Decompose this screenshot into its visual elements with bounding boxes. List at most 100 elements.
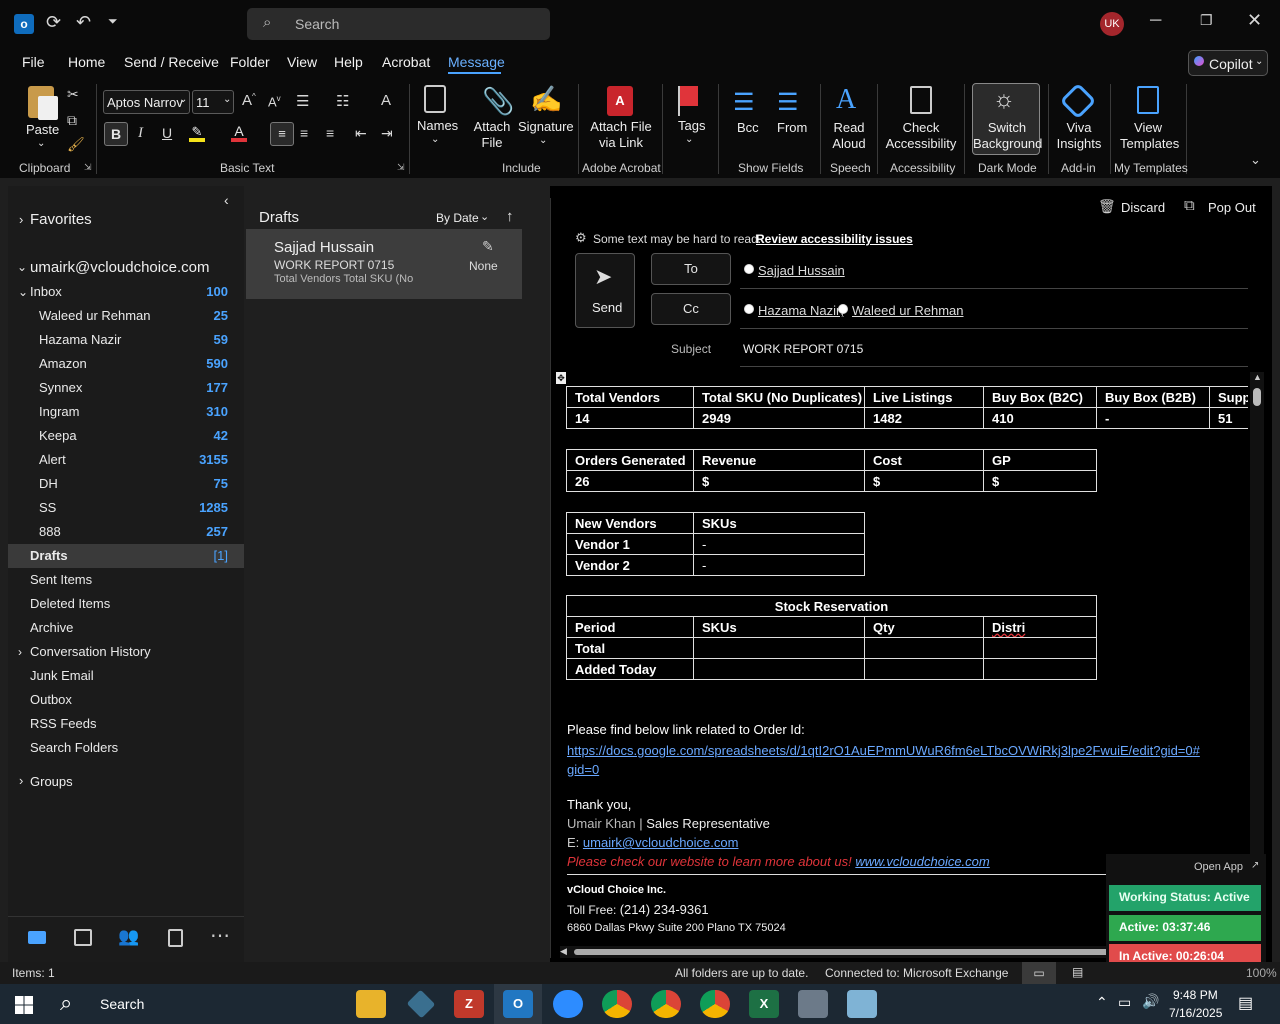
reading-view-icon[interactable]: ▤ <box>1072 965 1083 979</box>
windows-start-icon[interactable] <box>15 996 33 1014</box>
table-cell[interactable]: - <box>693 533 865 555</box>
taskbar-search-icon[interactable]: ⌕ <box>60 990 72 1016</box>
table-header-cell[interactable]: SKUs <box>693 512 865 534</box>
clear-format-icon[interactable]: A <box>381 92 391 109</box>
increase-indent-icon[interactable]: ⇥ <box>381 125 393 142</box>
shrink-font-icon[interactable]: Av <box>268 94 281 109</box>
popout-button[interactable]: Pop Out <box>1208 200 1256 215</box>
table-cell[interactable]: $ <box>864 470 984 492</box>
cc-recipient[interactable]: Waleed ur Rehman <box>852 303 964 318</box>
cc-button[interactable]: Cc <box>651 293 731 325</box>
groups-header[interactable]: Groups <box>30 774 73 789</box>
highlight-icon[interactable]: ✎ <box>189 124 205 142</box>
network-icon[interactable]: ▭ <box>1118 994 1131 1011</box>
signature-button[interactable]: Signature <box>518 119 574 135</box>
search-box[interactable]: ⌕ Search <box>247 8 550 40</box>
table-move-handle-icon[interactable]: ✥ <box>556 372 566 384</box>
menu-home[interactable]: Home <box>68 54 105 70</box>
chrome-icon[interactable] <box>700 990 730 1018</box>
more-apps-icon[interactable]: ⋯ <box>210 923 230 948</box>
table-header-cell[interactable]: New Vendors <box>566 512 694 534</box>
underline-button[interactable]: U <box>162 125 172 141</box>
collapse-pane-icon[interactable]: ‹ <box>224 192 229 208</box>
table-cell[interactable] <box>983 637 1097 659</box>
file-explorer-icon[interactable] <box>356 990 386 1018</box>
zoom-icon[interactable] <box>553 990 583 1018</box>
maximize-button[interactable]: ❐ <box>1200 12 1213 29</box>
tags-button[interactable]: Tags <box>678 118 705 134</box>
website-link[interactable]: www.vcloudchoice.com <box>855 854 989 869</box>
notifications-icon[interactable]: ▤ <box>1238 993 1253 1013</box>
table-cell[interactable]: Vendor 1 <box>566 533 694 555</box>
sync-icon[interactable]: ⟳ <box>46 12 61 33</box>
table-header-cell[interactable]: Qty <box>864 616 984 638</box>
copy-icon[interactable]: ⧉ <box>67 112 77 129</box>
chevron-right-icon[interactable]: › <box>18 640 22 664</box>
taskbar-search-label[interactable]: Search <box>100 996 144 1012</box>
folder-item[interactable]: Amazon 590 <box>8 352 244 376</box>
viva-insights-button[interactable]: Viva Insights <box>1054 120 1104 152</box>
table-header-cell[interactable]: Buy Box (B2B) <box>1096 386 1210 408</box>
cc-recipient[interactable]: Hazama Nazir; <box>758 303 844 318</box>
avatar[interactable]: UK <box>1100 12 1124 36</box>
normal-view-icon[interactable]: ▭ <box>1022 962 1056 984</box>
table-header-cell[interactable]: Revenue <box>693 449 865 471</box>
view-templates-button[interactable]: View Templates <box>1120 120 1179 152</box>
table-cell[interactable] <box>864 658 984 680</box>
folder-item[interactable]: Search Folders <box>8 736 244 760</box>
table-cell[interactable]: - <box>1096 407 1210 429</box>
table-header-cell[interactable]: Supp <box>1209 386 1248 408</box>
to-button[interactable]: To <box>651 253 731 285</box>
table-header-cell[interactable]: Buy Box (B2C) <box>983 386 1097 408</box>
table-header-cell[interactable]: Live Listings <box>864 386 984 408</box>
table-cell[interactable]: 51 <box>1209 407 1248 429</box>
menu-folder[interactable]: Folder <box>230 54 270 70</box>
signature-email[interactable]: umairk@vcloudchoice.com <box>583 835 739 850</box>
table-header-cell[interactable]: Total SKU (No Duplicates) <box>693 386 865 408</box>
excel-icon[interactable]: X <box>749 990 779 1018</box>
table-header-cell[interactable]: GP <box>983 449 1097 471</box>
menu-acrobat[interactable]: Acrobat <box>382 54 430 70</box>
close-button[interactable]: ✕ <box>1247 10 1262 31</box>
folder-item[interactable]: Junk Email <box>8 664 244 688</box>
table-cell[interactable]: 14 <box>566 407 694 429</box>
account-chevron-icon[interactable]: ⌄ <box>17 260 27 274</box>
volume-icon[interactable]: 🔊 <box>1142 993 1159 1010</box>
chrome-icon[interactable] <box>651 990 681 1018</box>
subject-field[interactable]: WORK REPORT 0715 <box>743 342 863 356</box>
account-header[interactable]: umairk@vcloudchoice.com <box>30 259 209 276</box>
folder-item[interactable]: Alert 3155 <box>8 448 244 472</box>
order-link[interactable]: https://docs.google.com/spreadsheets/d/1… <box>567 741 1207 779</box>
vertical-scroll-thumb[interactable] <box>1253 388 1261 406</box>
table-header-cell[interactable]: Distri <box>983 616 1097 638</box>
bullets-icon[interactable]: ☰ <box>296 92 309 110</box>
favorites-chevron-icon[interactable]: › <box>19 212 23 227</box>
table-cell[interactable]: Total <box>566 637 694 659</box>
grow-font-icon[interactable]: A^ <box>242 92 256 109</box>
menu-message[interactable]: Message <box>448 54 505 70</box>
tasks-icon[interactable] <box>168 929 183 947</box>
numbering-icon[interactable]: ☷ <box>336 92 349 110</box>
folder-item[interactable]: Synnex 177 <box>8 376 244 400</box>
italic-button[interactable]: I <box>138 125 143 142</box>
folder-item[interactable]: SS 1285 <box>8 496 244 520</box>
table-cell[interactable]: Vendor 2 <box>566 554 694 576</box>
folder-item[interactable]: Ingram 310 <box>8 400 244 424</box>
calculator-icon[interactable] <box>798 990 828 1018</box>
groups-chevron-icon[interactable]: › <box>19 773 23 788</box>
horizontal-scroll-thumb[interactable] <box>574 949 1124 955</box>
people-icon[interactable]: 👥 <box>118 927 139 947</box>
folder-item[interactable]: 888 257 <box>8 520 244 544</box>
folder-item[interactable]: Sent Items <box>8 568 244 592</box>
bold-button[interactable]: B <box>104 122 128 146</box>
folder-item[interactable]: Drafts [1] <box>8 544 244 568</box>
folder-item[interactable]: Conversation History › <box>8 640 244 664</box>
favorites-header[interactable]: Favorites <box>30 211 92 228</box>
folder-item[interactable]: Keepa 42 <box>8 424 244 448</box>
font-size-select[interactable]: 11 ⌄ <box>192 90 234 114</box>
customize-toolbar-icon[interactable]: ⏷ <box>108 14 118 29</box>
align-left-button[interactable]: ≡ <box>270 122 294 146</box>
basic-text-launcher-icon[interactable]: ⇲ <box>397 162 405 173</box>
zoom-level[interactable]: 100% <box>1246 966 1277 980</box>
filezilla-icon[interactable]: Z <box>454 990 484 1018</box>
